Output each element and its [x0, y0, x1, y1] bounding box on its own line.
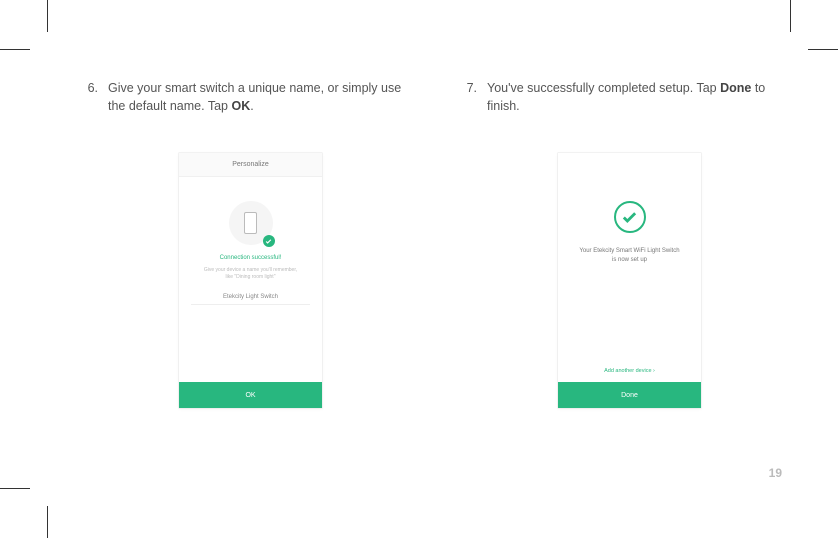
page-number: 19: [769, 466, 782, 480]
step-7: 7. You've successfully completed setup. …: [459, 80, 800, 115]
success-screen: Your Etekcity Smart WiFi Light Switch is…: [558, 153, 701, 408]
done-button[interactable]: Done: [558, 382, 701, 408]
device-name-input[interactable]: Etekcity Light Switch: [191, 294, 310, 305]
success-line-1: Your Etekcity Smart WiFi Light Switch: [579, 248, 679, 254]
crop-mark: [0, 49, 30, 50]
switch-icon: [244, 212, 257, 234]
crop-mark: [0, 488, 30, 489]
success-line-2: is now set up: [612, 257, 647, 263]
connection-status: Connection successful!: [220, 255, 282, 261]
step-number: 7.: [459, 80, 477, 115]
page-content: 6. Give your smart switch a unique name,…: [80, 80, 800, 408]
crop-mark: [808, 49, 838, 50]
crop-mark: [47, 506, 48, 538]
check-badge-icon: [263, 235, 275, 247]
step-text-bold: OK: [231, 99, 250, 113]
step-text-a: Give your smart switch a unique name, or…: [108, 81, 401, 113]
step-text-bold: Done: [720, 81, 751, 95]
screen-header: Personalize: [179, 153, 322, 177]
step-text: Give your smart switch a unique name, or…: [108, 80, 421, 115]
step-text: You've successfully completed setup. Tap…: [487, 80, 800, 115]
hint-line-2: like "Dining room light": [226, 274, 276, 280]
step-7-column: 7. You've successfully completed setup. …: [459, 80, 800, 408]
step-text-c: .: [250, 99, 253, 113]
step-number: 6.: [80, 80, 98, 115]
hint-text: Give your device a name you'll remember,…: [204, 267, 297, 280]
ok-button[interactable]: OK: [179, 382, 322, 408]
step-text-a: You've successfully completed setup. Tap: [487, 81, 720, 95]
success-check-icon: [614, 201, 646, 233]
success-message: Your Etekcity Smart WiFi Light Switch is…: [579, 247, 679, 265]
personalize-screen: Personalize Connection successful! Give …: [179, 153, 322, 408]
add-another-device-link[interactable]: Add another device ›: [604, 368, 655, 374]
step-6: 6. Give your smart switch a unique name,…: [80, 80, 421, 115]
screen-body: Your Etekcity Smart WiFi Light Switch is…: [558, 153, 701, 382]
screen-body: Connection successful! Give your device …: [179, 177, 322, 382]
crop-mark: [790, 0, 791, 32]
step-6-column: 6. Give your smart switch a unique name,…: [80, 80, 421, 408]
device-illustration: [229, 201, 273, 245]
hint-line-1: Give your device a name you'll remember,: [204, 267, 297, 273]
crop-mark: [47, 0, 48, 32]
